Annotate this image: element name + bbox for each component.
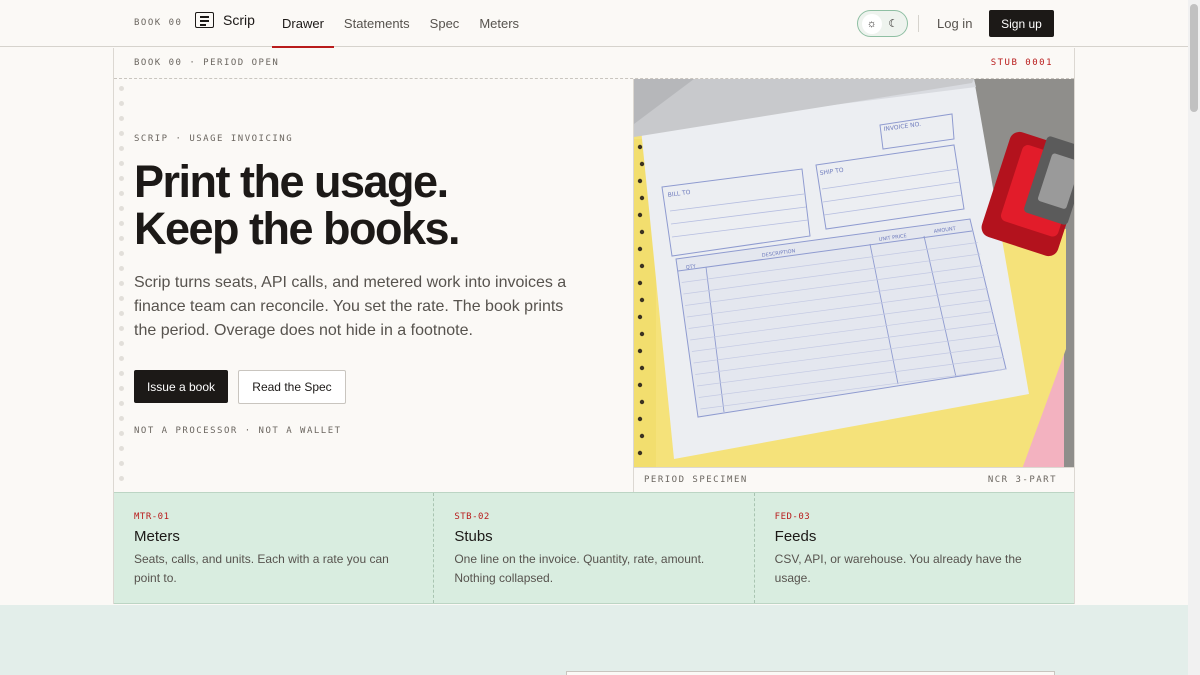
- top-navigation-bar: BOOK 00 Scrip Drawer Statements Spec Met…: [0, 0, 1188, 48]
- hero-disclaimer: NOT A PROCESSOR · NOT A WALLET: [134, 426, 342, 436]
- feature-description: One line on the invoice. Quantity, rate,…: [454, 552, 705, 585]
- read-spec-button[interactable]: Read the Spec: [238, 370, 346, 404]
- feature-code: FED-03: [774, 512, 811, 522]
- binder-hole: [637, 212, 643, 218]
- nav-meters[interactable]: Meters: [469, 0, 529, 47]
- perforation-dot: [119, 401, 124, 406]
- hero-description: Scrip turns seats, API calls, and metere…: [134, 274, 567, 339]
- binder-hole: [637, 280, 643, 286]
- binder-hole: [637, 450, 643, 456]
- binder-hole: [637, 144, 643, 150]
- feature-title: Stubs: [454, 528, 493, 545]
- sun-icon[interactable]: ☼: [861, 13, 882, 34]
- theme-toggle[interactable]: ☼ ☾: [857, 10, 908, 37]
- binder-hole: [639, 399, 645, 405]
- binder-hole: [639, 229, 645, 235]
- perforation-dots: [119, 86, 125, 486]
- book-tag: BOOK 00: [134, 18, 183, 28]
- perforation-dot: [119, 371, 124, 376]
- binder-hole: [637, 178, 643, 184]
- perforation-dot: [119, 431, 124, 436]
- specimen-caption-left: PERIOD SPECIMEN: [644, 475, 748, 485]
- perforation-dot: [119, 86, 124, 91]
- perforation-dot: [119, 326, 124, 331]
- feature-description: Seats, calls, and units. Each with a rat…: [134, 552, 389, 585]
- next-section-band: [0, 605, 1188, 675]
- perforation-dot: [119, 221, 124, 226]
- period-strip: BOOK 00 · PERIOD OPEN STUB 0001: [114, 48, 1074, 79]
- feature-card-stubs: STB-02 Stubs One line on the invoice. Qu…: [434, 493, 755, 603]
- perforation-dot: [119, 356, 124, 361]
- binder-hole: [637, 382, 643, 388]
- main-nav: Drawer Statements Spec Meters: [272, 0, 529, 48]
- nav-drawer[interactable]: Drawer: [272, 0, 334, 48]
- binder-hole: [639, 365, 645, 371]
- scrollbar-thumb[interactable]: [1190, 4, 1198, 112]
- logo-text: Scrip: [223, 12, 255, 28]
- feature-card-meters: MTR-01 Meters Seats, calls, and units. E…: [114, 493, 435, 603]
- feature-title: Meters: [134, 528, 180, 545]
- binder-hole: [637, 416, 643, 422]
- hero-eyebrow: SCRIP · USAGE INVOICING: [134, 134, 294, 144]
- issue-book-button[interactable]: Issue a book: [134, 370, 228, 403]
- logo-link[interactable]: Scrip: [195, 12, 255, 28]
- perforation-dot: [119, 281, 124, 286]
- binder-hole: [639, 331, 645, 337]
- perforation-dot: [119, 161, 124, 166]
- perforation-dot: [119, 386, 124, 391]
- binder-hole: [639, 195, 645, 201]
- next-section-card: [566, 671, 1055, 675]
- perforation-dot: [119, 476, 124, 481]
- binder-hole: [639, 161, 645, 167]
- binder-hole: [637, 348, 643, 354]
- binder-hole: [639, 297, 645, 303]
- feature-band: MTR-01 Meters Seats, calls, and units. E…: [114, 492, 1074, 604]
- perforation-dot: [119, 116, 124, 121]
- hero-frame-right: [1074, 48, 1075, 604]
- perforation-dot: [119, 146, 124, 151]
- period-status: BOOK 00 · PERIOD OPEN: [134, 58, 280, 68]
- specimen-caption-bar: PERIOD SPECIMEN NCR 3-PART: [633, 467, 1074, 492]
- headline-line-2: Keep the books.: [134, 203, 461, 254]
- page-scrollbar[interactable]: [1188, 0, 1200, 675]
- perforation-dot: [119, 101, 124, 106]
- feature-code: MTR-01: [134, 512, 170, 522]
- stub-number: STUB 0001: [990, 58, 1053, 68]
- perforation-dot: [119, 311, 124, 316]
- header-divider: [918, 15, 919, 32]
- binder-hole: [637, 314, 643, 320]
- perforation-dot: [119, 206, 124, 211]
- headline-line-1: Print the usage.: [134, 156, 449, 207]
- perforation-dot: [119, 131, 124, 136]
- signup-button[interactable]: Sign up: [989, 10, 1054, 37]
- binder-hole: [637, 246, 643, 252]
- perforation-dot: [119, 341, 124, 346]
- perforation-dot: [119, 416, 124, 421]
- perforation-dot: [119, 176, 124, 181]
- moon-icon[interactable]: ☾: [883, 14, 903, 34]
- perforation-dot: [119, 461, 124, 466]
- perforation-dot: [119, 446, 124, 451]
- invoice-pad-photo: INVOICE NO. BILL TO SHIP TO QTY DESCRIPT…: [633, 79, 1074, 491]
- feature-title: Feeds: [774, 528, 817, 545]
- feature-code: STB-02: [454, 512, 490, 522]
- feature-card-feeds: FED-03 Feeds CSV, API, or warehouse. You…: [755, 493, 1074, 603]
- perforation-dot: [119, 236, 124, 241]
- ledger-icon: [195, 12, 214, 28]
- feature-description: CSV, API, or warehouse. You already have…: [774, 552, 1022, 585]
- perforation-dot: [119, 191, 124, 196]
- perforation-dot: [119, 251, 124, 256]
- login-link[interactable]: Log in: [937, 16, 972, 31]
- nav-statements[interactable]: Statements: [334, 0, 420, 47]
- binder-hole: [639, 433, 645, 439]
- nav-spec[interactable]: Spec: [420, 0, 470, 47]
- hero-headline: Print the usage. Keep the books.: [134, 158, 614, 252]
- perforation-dot: [119, 296, 124, 301]
- perforation-dot: [119, 266, 124, 271]
- specimen-caption-right: NCR 3-PART: [987, 475, 1057, 485]
- invoice-pad-illustration: INVOICE NO. BILL TO SHIP TO QTY DESCRIPT…: [634, 79, 1074, 491]
- binder-hole: [639, 263, 645, 269]
